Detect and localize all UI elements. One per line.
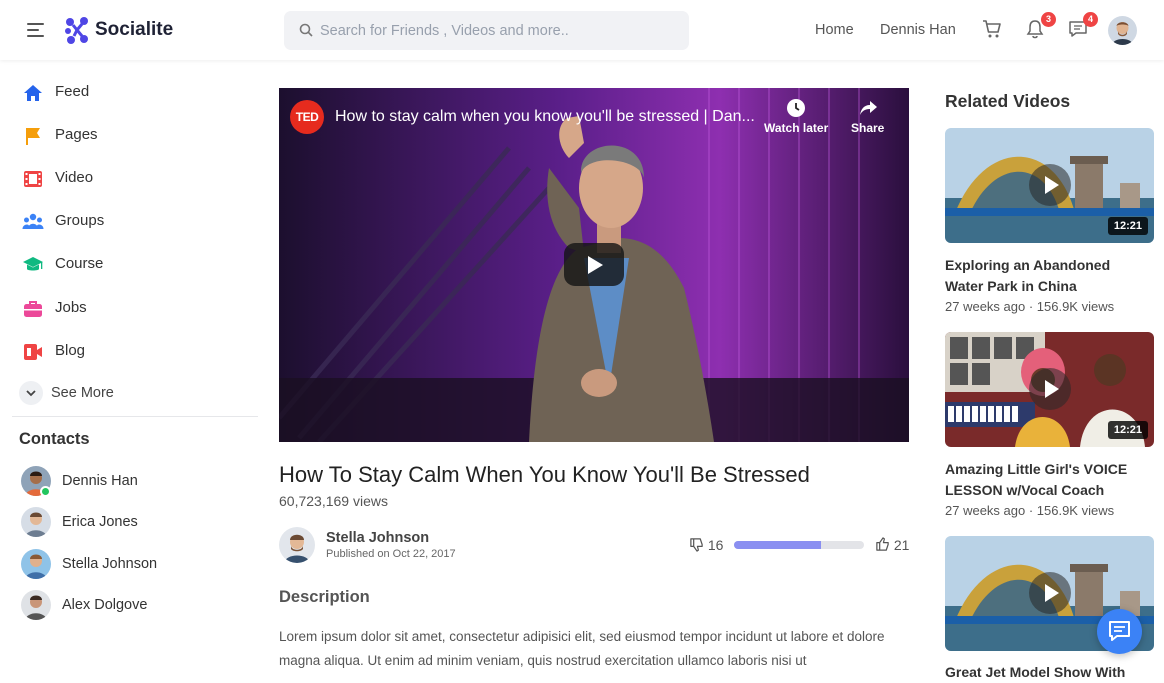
messages-button[interactable]: 4 — [1067, 12, 1098, 42]
channel-logo[interactable]: TED — [290, 100, 324, 134]
related-video-meta: 27 weeks ago · 156.9K views — [945, 503, 1115, 518]
sidebar-item-label: Pages — [55, 126, 98, 143]
sidebar-item-pages[interactable]: Pages — [0, 117, 250, 153]
contact-item[interactable]: Dennis Han — [0, 462, 250, 498]
cart-icon — [983, 20, 1001, 38]
contact-item[interactable]: Alex Dolgove — [0, 586, 250, 622]
blog-icon — [24, 344, 42, 360]
related-video-title[interactable]: Great Jet Model Show With — [945, 662, 1145, 683]
sidebar-item-groups[interactable]: Groups — [0, 203, 250, 239]
contact-name: Alex Dolgove — [62, 597, 148, 613]
sidebar-item-label: Feed — [55, 83, 90, 100]
video-duration: 12:21 — [1107, 421, 1148, 439]
contacts-title: Contacts — [19, 430, 90, 448]
contact-item[interactable]: Stella Johnson — [0, 545, 250, 581]
related-video-title[interactable]: Amazing Little Girl's VOICE LESSON w/Voc… — [945, 459, 1145, 501]
related-video-thumbnail[interactable]: 12:21 — [945, 128, 1154, 243]
thumbnail-play-icon — [1029, 368, 1071, 410]
contact-name: Stella Johnson — [62, 556, 158, 572]
messages-badge: 4 — [1083, 12, 1098, 27]
player-title[interactable]: How to stay calm when you know you'll be… — [335, 108, 755, 126]
flag-icon — [26, 128, 40, 145]
sidebar-item-video[interactable]: Video — [0, 160, 250, 196]
watch-later-label: Watch later — [764, 121, 829, 135]
brand-name[interactable]: Socialite — [95, 19, 173, 41]
thumbs-down-icon — [690, 538, 703, 552]
share-icon — [859, 101, 877, 115]
sidebar-item-label: Video — [55, 169, 94, 186]
description-title: Description — [279, 588, 370, 606]
search-input[interactable] — [320, 11, 680, 50]
top-header: Socialite Home Dennis Han 3 4 — [0, 0, 1164, 60]
publish-date: Published on Oct 22, 2017 — [326, 548, 456, 560]
menu-icon[interactable] — [27, 22, 44, 38]
sidebar-item-label: Course — [55, 255, 104, 272]
related-video-meta: 27 weeks ago · 156.9K views — [945, 299, 1115, 314]
sidebar-divider — [12, 416, 258, 417]
logo-icon — [65, 17, 88, 44]
dislike-count: 16 — [707, 537, 724, 553]
thumbs-up-icon — [876, 537, 889, 551]
like-count: 21 — [893, 537, 910, 553]
related-videos-title: Related Videos — [945, 91, 1071, 111]
sidebar-item-label: Groups — [55, 212, 105, 229]
contact-name: Erica Jones — [62, 514, 138, 530]
like-button[interactable]: 21 — [875, 537, 909, 553]
nav-profile-link[interactable]: Dennis Han — [880, 22, 956, 38]
related-video-thumbnail[interactable]: 12:21 — [945, 332, 1154, 447]
author-avatar[interactable] — [279, 527, 315, 563]
home-icon — [24, 85, 42, 101]
film-icon — [24, 171, 42, 187]
watch-later-button[interactable]: Watch later — [764, 98, 828, 135]
video-player[interactable]: TED How to stay calm when you know you'l… — [279, 88, 909, 442]
users-icon — [22, 213, 44, 229]
cart-button[interactable] — [981, 18, 1005, 42]
thumbnail-play-icon — [1029, 572, 1071, 614]
search-icon — [299, 23, 313, 37]
thumbnail-play-icon — [1029, 164, 1071, 206]
contact-item[interactable]: Erica Jones — [0, 503, 250, 539]
nav-home-link[interactable]: Home — [815, 22, 854, 38]
dislike-button[interactable]: 16 — [689, 537, 723, 553]
sidebar-item-feed[interactable]: Feed — [0, 74, 250, 110]
briefcase-icon — [24, 301, 42, 317]
share-label: Share — [851, 121, 885, 135]
related-video-title[interactable]: Exploring an Abandoned Water Park in Chi… — [945, 255, 1145, 297]
sidebar-item-label: Blog — [55, 342, 86, 359]
graduation-cap-icon — [23, 257, 43, 271]
contact-avatar — [21, 549, 51, 579]
contact-avatar — [21, 507, 51, 537]
video-title: How To Stay Calm When You Know You'll Be… — [279, 462, 810, 487]
sidebar-item-blog[interactable]: Blog — [0, 333, 250, 369]
author-name[interactable]: Stella Johnson — [326, 530, 429, 546]
contact-avatar — [21, 590, 51, 620]
notifications-badge: 3 — [1041, 12, 1056, 27]
play-button[interactable] — [564, 243, 624, 286]
sidebar-item-jobs[interactable]: Jobs — [0, 290, 250, 326]
video-views: 60,723,169 views — [279, 493, 388, 509]
chevron-down-icon — [26, 390, 36, 397]
contact-name: Dennis Han — [62, 473, 138, 489]
description-text: Lorem ipsum dolor sit amet, consectetur … — [279, 629, 885, 668]
clock-icon — [787, 99, 806, 117]
share-button[interactable]: Share — [851, 98, 884, 135]
chat-icon — [1109, 621, 1130, 641]
online-status-dot — [40, 486, 51, 497]
search-bar — [284, 11, 689, 50]
chat-fab-button[interactable] — [1097, 609, 1142, 654]
like-ratio-bar — [734, 541, 864, 549]
sidebar-item-label: Jobs — [55, 299, 87, 316]
user-avatar[interactable] — [1108, 16, 1137, 45]
like-ratio-fill — [734, 541, 822, 549]
sidebar-item-course[interactable]: Course — [0, 246, 250, 282]
see-more-label[interactable]: See More — [51, 385, 114, 401]
video-duration: 12:21 — [1107, 217, 1148, 235]
see-more-button[interactable] — [19, 381, 43, 405]
notifications-button[interactable]: 3 — [1025, 12, 1056, 42]
